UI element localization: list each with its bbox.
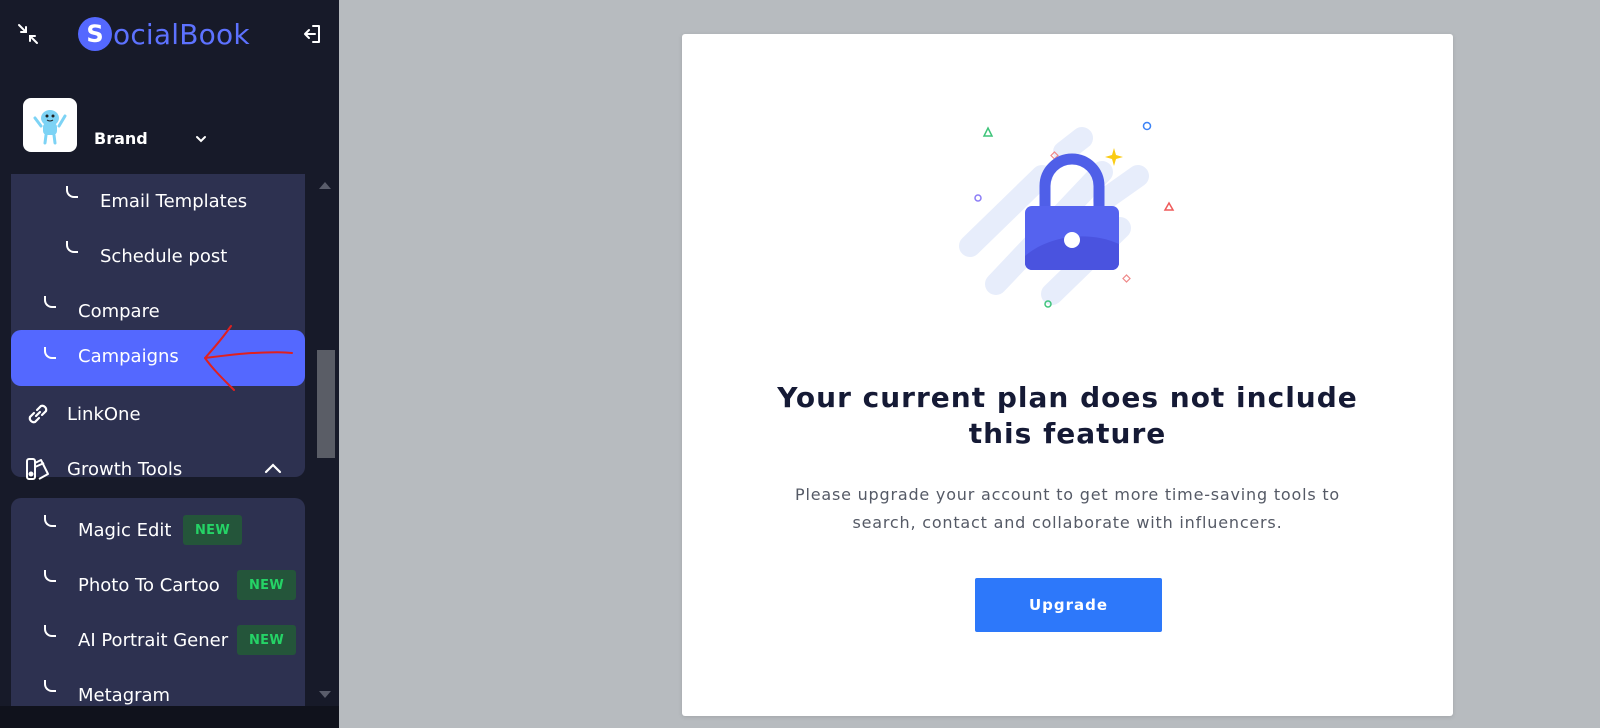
sidebar-item-label: Email Templates	[100, 190, 248, 212]
brand-switcher[interactable]: Brand	[23, 96, 323, 152]
sidebar-scrollbar[interactable]	[316, 174, 335, 706]
upgrade-card: Your current plan does not include this …	[682, 34, 1453, 716]
sidebar-item-magic-edit[interactable]: Magic Edit NEW	[11, 502, 305, 558]
sidebar-item-label: AI Portrait Gener	[78, 629, 229, 651]
annotation-arrow-icon	[204, 325, 293, 391]
sidebar-item-label: Schedule post	[100, 245, 228, 267]
sidebar-item-schedule-post[interactable]: Schedule post	[11, 228, 305, 284]
brand-avatar	[23, 98, 77, 152]
logo-wordmark: ocialBook	[113, 17, 250, 51]
sidebar-item-label: Magic Edit	[78, 519, 172, 541]
link-icon	[28, 404, 48, 424]
logout-icon[interactable]	[300, 22, 324, 46]
upgrade-title: Your current plan does not include this …	[777, 381, 1358, 450]
upgrade-button[interactable]: Upgrade	[975, 578, 1162, 632]
sidebar-item-linkone[interactable]: LinkOne	[0, 386, 316, 442]
tree-branch-icon	[44, 347, 56, 359]
sidebar-item-label: Growth Tools	[67, 458, 183, 480]
chevron-down-icon	[195, 136, 206, 143]
brand-name: Brand	[94, 129, 148, 148]
chevron-up-icon	[264, 463, 282, 474]
sidebar-item-label: Metagram	[78, 684, 171, 706]
socialbook-logo[interactable]: S ocialBook	[78, 15, 250, 53]
locked-padlock-icon	[959, 121, 1175, 308]
tree-branch-icon	[44, 515, 56, 527]
sidebar-item-label: Photo To Cartoo	[78, 574, 220, 596]
sidebar-footer	[0, 706, 339, 728]
sidebar-item-label: Campaigns	[78, 346, 179, 367]
new-badge: NEW	[237, 570, 296, 600]
sidebar-item-email-templates[interactable]: Email Templates	[11, 174, 305, 229]
sidebar-item-label: Compare	[78, 300, 160, 322]
sidebar-item-photo-to-cartoon[interactable]: Photo To Cartoo NEW	[11, 557, 305, 613]
upgrade-description: Please upgrade your account to get more …	[795, 485, 1340, 532]
tree-branch-icon	[44, 680, 56, 692]
tree-branch-icon	[66, 241, 78, 253]
scroll-up-arrow-icon[interactable]	[319, 182, 331, 189]
sidebar-item-ai-portrait-generator[interactable]: AI Portrait Gener NEW	[11, 612, 305, 668]
tree-branch-icon	[44, 625, 56, 637]
growth-tools-icon	[26, 458, 49, 480]
sidebar-menu: Email Templates Schedule post Compare Ca…	[0, 174, 316, 706]
new-badge: NEW	[237, 625, 296, 655]
tree-branch-icon	[44, 296, 56, 308]
sidebar-item-label: LinkOne	[67, 403, 141, 425]
tree-branch-icon	[66, 186, 78, 198]
sidebar-item-growth-tools[interactable]: Growth Tools	[0, 441, 316, 497]
scrollbar-thumb[interactable]	[317, 350, 335, 458]
logo-mark: S	[78, 17, 112, 51]
scroll-down-arrow-icon[interactable]	[319, 691, 331, 698]
sidebar-item-metagram[interactable]: Metagram	[11, 667, 305, 706]
new-badge: NEW	[183, 515, 242, 545]
collapse-arrows-icon[interactable]	[16, 22, 40, 46]
tree-branch-icon	[44, 570, 56, 582]
sidebar-topbar: S ocialBook	[0, 0, 339, 70]
